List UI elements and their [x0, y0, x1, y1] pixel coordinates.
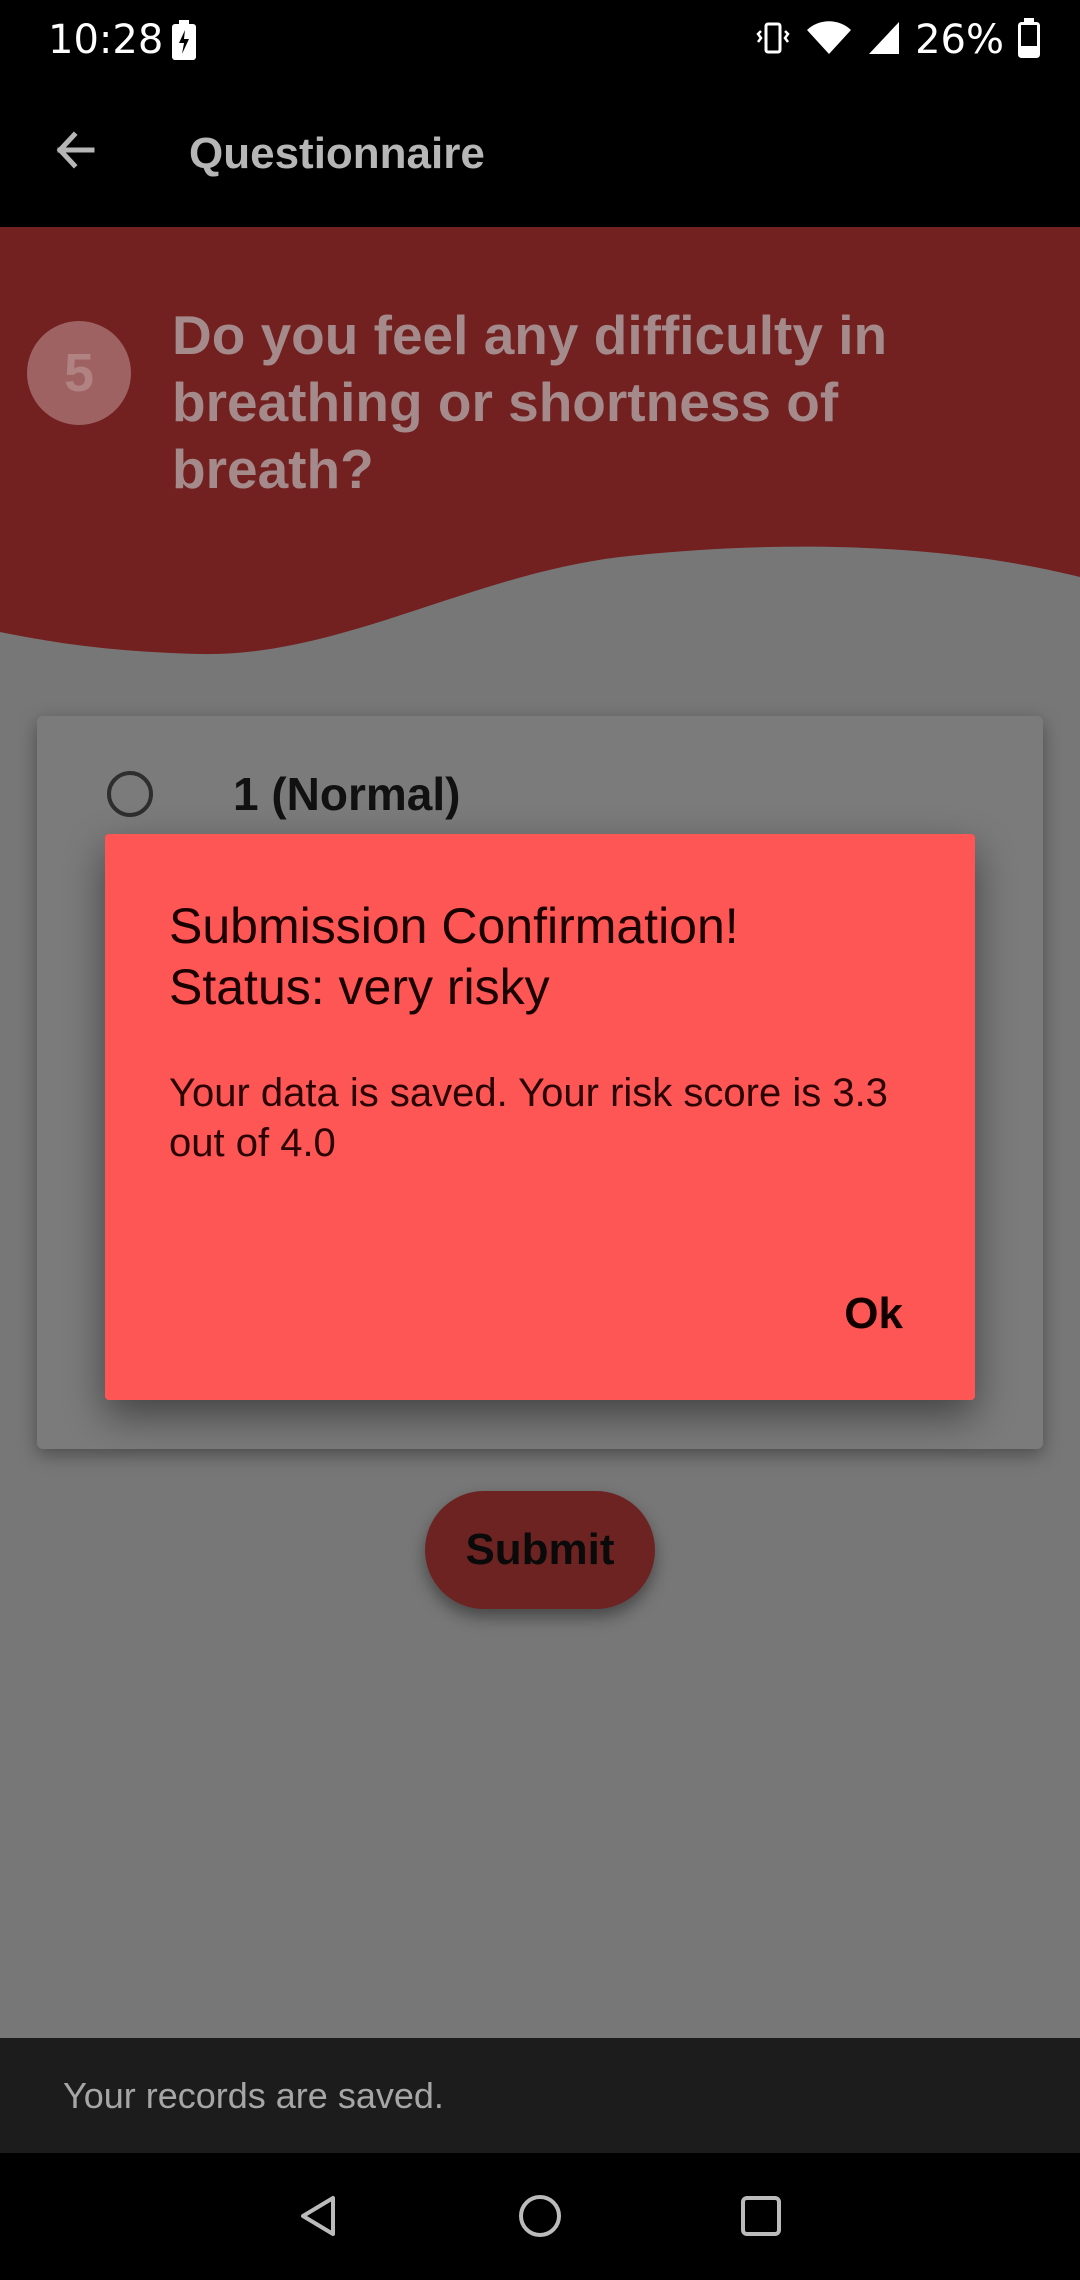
battery-percent: 26%: [915, 17, 1004, 63]
snackbar: Your records are saved.: [0, 2038, 1080, 2153]
confirmation-dialog: Submission Confirmation! Status: very ri…: [105, 834, 975, 1400]
option-label: 1 (Normal): [233, 768, 461, 820]
app-title: Questionnaire: [189, 129, 485, 178]
option-row[interactable]: 1 (Normal): [107, 764, 460, 824]
submit-button[interactable]: Submit: [425, 1491, 655, 1609]
app-bar: Questionnaire: [0, 80, 1080, 227]
navigation-bar: [0, 2153, 1080, 2280]
screen: 10:28 26% Questionnaire 5 Do you feel an…: [0, 0, 1080, 2280]
status-time: 10:28: [48, 17, 164, 63]
arrow-left-icon: [52, 126, 100, 179]
back-button[interactable]: [44, 120, 108, 184]
battery-icon: [1018, 17, 1040, 63]
question-text: Do you feel any difficulty in breathing …: [172, 304, 888, 500]
back-triangle-icon: [295, 2192, 343, 2245]
dialog-title: Submission Confirmation! Status: very ri…: [169, 898, 739, 1015]
vibrate-icon: [755, 20, 791, 61]
radio-button[interactable]: [107, 771, 153, 817]
status-bar: 10:28 26%: [0, 0, 1080, 80]
dialog-message: Your data is saved. Your risk score is 3…: [169, 1071, 888, 1165]
wifi-icon: [805, 20, 853, 61]
nav-recents-button[interactable]: [726, 2183, 796, 2253]
battery-charging-icon: [172, 20, 196, 65]
snackbar-text: Your records are saved.: [63, 2075, 444, 2116]
signal-icon: [867, 20, 901, 61]
ok-button[interactable]: Ok: [844, 1286, 903, 1342]
home-circle-icon: [516, 2192, 564, 2245]
nav-home-button[interactable]: [505, 2183, 575, 2253]
status-icons: 26%: [755, 16, 1040, 64]
recents-square-icon: [737, 2192, 785, 2245]
nav-back-button[interactable]: [284, 2183, 354, 2253]
question-number-badge: 5: [27, 321, 131, 425]
